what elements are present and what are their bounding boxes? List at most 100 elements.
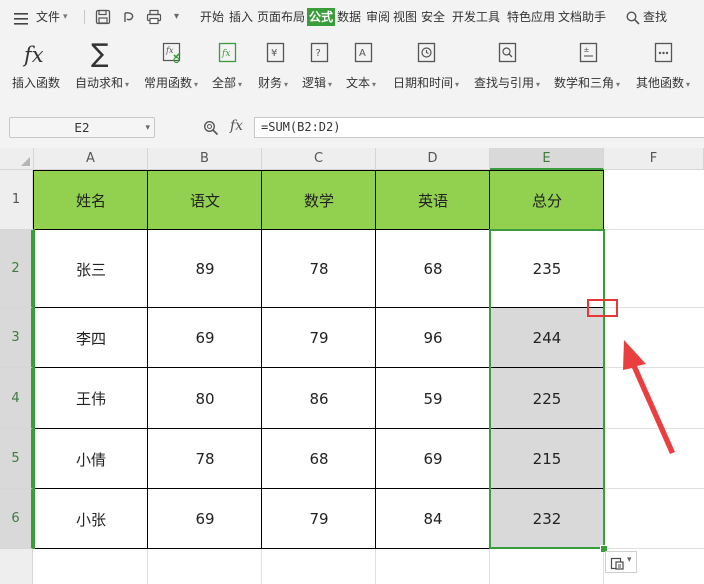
- row-header-3[interactable]: 3: [0, 308, 33, 368]
- math-trig-button[interactable]: ± 数学和三角 ▾: [552, 34, 632, 102]
- finance-button[interactable]: ¥ 财务 ▾: [254, 34, 298, 102]
- chevron-down-icon: ▾: [536, 80, 541, 89]
- annotation-arrow: [623, 340, 675, 454]
- tab-data[interactable]: 数据: [337, 0, 361, 34]
- file-menu[interactable]: 文件: [36, 0, 60, 34]
- zoom-search-icon[interactable]: [203, 120, 219, 140]
- gridline: [604, 548, 704, 549]
- common-functions-icon: fx: [162, 42, 182, 68]
- column-header-d[interactable]: D: [376, 148, 490, 170]
- paste-options-button[interactable]: ▾: [605, 551, 637, 573]
- clipboard-icon: [610, 557, 624, 570]
- selection-range: [489, 229, 605, 549]
- tab-formulas[interactable]: 公式: [307, 8, 336, 26]
- column-header-a[interactable]: A: [34, 148, 148, 170]
- print-icon[interactable]: [146, 9, 162, 29]
- cell-c3[interactable]: 79: [262, 308, 376, 368]
- logic-button[interactable]: ? 逻辑 ▾: [300, 34, 344, 102]
- tab-insert[interactable]: 插入: [229, 0, 253, 34]
- svg-text:±: ±: [584, 46, 590, 54]
- other-functions-button[interactable]: 其他函数 ▾: [634, 34, 702, 102]
- table-border: [33, 170, 604, 171]
- formula-input[interactable]: =SUM(B2:D2): [254, 117, 704, 138]
- cell-a2[interactable]: 张三: [34, 230, 148, 308]
- file-menu-chevron-icon[interactable]: ▾: [63, 0, 68, 34]
- cell-b2[interactable]: 89: [148, 230, 262, 308]
- row-header-1[interactable]: 1: [0, 170, 33, 230]
- tab-review[interactable]: 审阅: [366, 0, 390, 34]
- cell-a3[interactable]: 李四: [34, 308, 148, 368]
- tab-security[interactable]: 安全: [421, 0, 445, 34]
- gridline: [261, 549, 262, 584]
- cell-a5[interactable]: 小倩: [34, 429, 148, 489]
- tab-developer[interactable]: 开发工具: [452, 0, 500, 34]
- cell-d6[interactable]: 84: [376, 489, 490, 549]
- cell-d5[interactable]: 69: [376, 429, 490, 489]
- cell-a6[interactable]: 小张: [34, 489, 148, 549]
- column-header-c[interactable]: C: [262, 148, 376, 170]
- quick-access-chevron-icon[interactable]: ▾: [174, 0, 179, 34]
- search-menu[interactable]: 查找: [643, 0, 667, 34]
- finance-icon: ¥: [266, 42, 286, 68]
- common-functions-button[interactable]: fx 常用函数 ▾: [140, 34, 204, 102]
- cell-a4[interactable]: 王伟: [34, 368, 148, 429]
- name-box-chevron-icon[interactable]: ▾: [145, 118, 150, 139]
- row-header-2[interactable]: 2: [0, 230, 33, 308]
- tab-special-apps[interactable]: 特色应用: [507, 0, 555, 34]
- sigma-icon: ∑: [91, 39, 109, 69]
- cell-c6[interactable]: 79: [262, 489, 376, 549]
- autosum-button[interactable]: ∑ 自动求和 ▾: [72, 34, 138, 102]
- all-functions-button[interactable]: fx 全部 ▾: [208, 34, 248, 102]
- select-all-corner[interactable]: [0, 148, 34, 170]
- tab-doc-assistant[interactable]: 文档助手: [558, 0, 606, 34]
- autosum-label: 自动求和: [75, 76, 124, 90]
- row-header-4[interactable]: 4: [0, 368, 33, 429]
- save-icon[interactable]: [95, 9, 111, 29]
- lookup-reference-button[interactable]: 查找与引用 ▾: [470, 34, 546, 102]
- menu-bar: 文件 ▾ ▾ 开始 插入 页面布局 公式 数据 审阅 视图 安全 开发工具 特色…: [0, 0, 704, 34]
- header-cell-math[interactable]: 数学: [262, 170, 376, 230]
- column-header-f[interactable]: F: [604, 148, 704, 170]
- tab-home[interactable]: 开始: [200, 0, 224, 34]
- row-header-5[interactable]: 5: [0, 429, 33, 489]
- undo-icon[interactable]: [121, 9, 137, 29]
- search-icon[interactable]: [626, 10, 640, 29]
- column-header-b[interactable]: B: [148, 148, 262, 170]
- text-functions-label: 文本: [346, 76, 371, 90]
- header-cell-name[interactable]: 姓名: [34, 170, 148, 230]
- tab-page-layout[interactable]: 页面布局: [257, 0, 305, 34]
- cell-d2[interactable]: 68: [376, 230, 490, 308]
- all-functions-icon: fx: [218, 42, 238, 68]
- header-cell-english[interactable]: 英语: [376, 170, 490, 230]
- hamburger-menu-icon[interactable]: [14, 10, 28, 29]
- cell-c5[interactable]: 68: [262, 429, 376, 489]
- cell-c2[interactable]: 78: [262, 230, 376, 308]
- svg-text:?: ?: [316, 48, 321, 59]
- insert-function-button[interactable]: fx 插入函数: [0, 34, 70, 102]
- datetime-button[interactable]: 日期和时间 ▾: [390, 34, 464, 102]
- name-box[interactable]: E2 ▾: [9, 117, 155, 138]
- cell-c4[interactable]: 86: [262, 368, 376, 429]
- svg-text:fx: fx: [165, 46, 174, 55]
- fx-icon: fx: [24, 43, 44, 67]
- text-functions-button[interactable]: A 文本 ▾: [346, 34, 390, 102]
- insert-function-label: 插入函数: [12, 76, 61, 90]
- header-cell-chinese[interactable]: 语文: [148, 170, 262, 230]
- chevron-down-icon: ▾: [627, 555, 632, 565]
- cell-b3[interactable]: 69: [148, 308, 262, 368]
- cell-b5[interactable]: 78: [148, 429, 262, 489]
- selected-rows-indicator: [33, 229, 35, 549]
- cell-b4[interactable]: 80: [148, 368, 262, 429]
- all-functions-label: 全部: [212, 76, 237, 90]
- column-header-e[interactable]: E: [490, 148, 604, 170]
- cell-d4[interactable]: 59: [376, 368, 490, 429]
- more-functions-icon: [654, 42, 674, 68]
- row-header-6[interactable]: 6: [0, 489, 33, 549]
- formula-fx-button[interactable]: fx: [230, 118, 243, 134]
- gridline: [603, 549, 604, 584]
- cell-d3[interactable]: 96: [376, 308, 490, 368]
- cell-b6[interactable]: 69: [148, 489, 262, 549]
- tab-view[interactable]: 视图: [393, 0, 417, 34]
- header-cell-total[interactable]: 总分: [490, 170, 604, 230]
- row-header-7[interactable]: [0, 549, 33, 584]
